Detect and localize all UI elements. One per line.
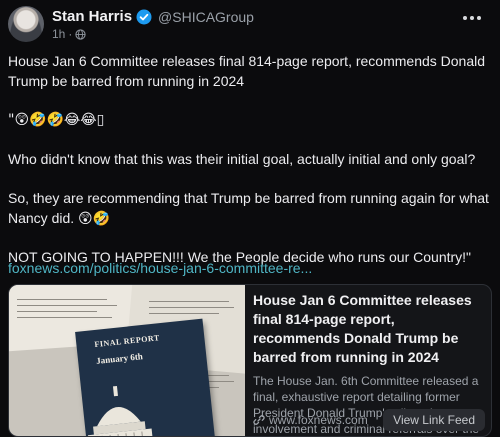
link-preview-footer: www.foxnews.com View Link Feed bbox=[253, 409, 485, 431]
post-line-question: Who didn't know that this was their init… bbox=[8, 151, 476, 167]
post-line-emoji: "😲🤣🤣😂😂▯ bbox=[8, 112, 105, 128]
post-line-headline: House Jan 6 Committee releases final 814… bbox=[8, 53, 486, 89]
post-header: Stan Harris @SHICAGroup 1h · bbox=[8, 6, 492, 46]
link-preview-card[interactable]: FINAL REPORT January 6th House Jan 6 Com… bbox=[8, 284, 492, 437]
report-cover-date: January 6th bbox=[95, 351, 144, 366]
post-meta: 1h · bbox=[52, 27, 86, 41]
more-options-icon[interactable] bbox=[458, 8, 486, 28]
post-line-recommendation: So, they are recommending that Trump be … bbox=[8, 190, 489, 226]
report-cover: FINAL REPORT January 6th bbox=[75, 318, 215, 436]
post: Stan Harris @SHICAGroup 1h · House Jan 6… bbox=[0, 0, 500, 437]
link-icon bbox=[253, 415, 265, 425]
author-name[interactable]: Stan Harris bbox=[52, 8, 132, 25]
link-preview-domain-text: www.foxnews.com bbox=[269, 413, 368, 427]
globe-icon bbox=[75, 28, 86, 40]
post-time[interactable]: 1h bbox=[52, 27, 65, 41]
author-row: Stan Harris @SHICAGroup bbox=[52, 8, 254, 25]
meta-separator: · bbox=[68, 27, 73, 41]
author-handle[interactable]: @SHICAGroup bbox=[158, 9, 254, 25]
link-preview-image: FINAL REPORT January 6th bbox=[9, 285, 245, 436]
link-preview-domain[interactable]: www.foxnews.com bbox=[253, 413, 368, 427]
post-link[interactable]: foxnews.com/politics/house-jan-6-committ… bbox=[8, 260, 312, 276]
capitol-dome-image bbox=[87, 385, 154, 436]
post-body: House Jan 6 Committee releases final 814… bbox=[8, 51, 492, 267]
avatar[interactable] bbox=[8, 6, 44, 42]
verified-badge-icon bbox=[136, 9, 152, 24]
view-link-feed-button[interactable]: View Link Feed bbox=[383, 409, 485, 431]
link-preview-title[interactable]: House Jan 6 Committee releases final 814… bbox=[253, 291, 485, 367]
report-cover-title: FINAL REPORT bbox=[94, 333, 161, 350]
